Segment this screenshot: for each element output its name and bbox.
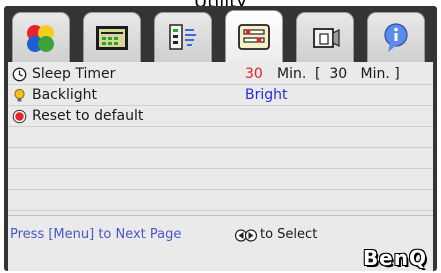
sleep-timer-range: [ 30 Min. ] <box>315 66 400 82</box>
color-circles-icon <box>27 24 54 52</box>
sleep-timer-unit: Min. <box>277 66 307 82</box>
tab-source[interactable] <box>154 12 212 62</box>
reset-label: Reset to default <box>32 108 144 124</box>
utility-settings-icon <box>238 23 270 50</box>
tab-information[interactable] <box>367 12 425 62</box>
backlight-label: Backlight <box>32 87 98 103</box>
sleep-timer-label: Sleep Timer <box>32 66 116 82</box>
footer-bar: Press [Menu] to Next Page to Select BenQ <box>8 215 433 271</box>
lightbulb-icon <box>14 88 25 102</box>
osd-menu: Sleep Timer 30 Min. [ 30 Min. ] Backligh… <box>4 6 437 271</box>
tab-picture[interactable] <box>83 12 141 62</box>
tab-color[interactable] <box>12 12 70 62</box>
benq-logo: BenQ <box>362 246 427 270</box>
empty-row <box>8 148 433 169</box>
information-icon <box>384 22 408 52</box>
tab-utility[interactable] <box>225 10 283 62</box>
empty-row <box>8 190 433 211</box>
tab-projector[interactable] <box>296 12 354 62</box>
empty-row <box>8 169 433 190</box>
projector-icon <box>313 27 340 48</box>
settings-list: Sleep Timer 30 Min. [ 30 Min. ] Backligh… <box>8 62 433 215</box>
picture-settings-icon <box>96 25 128 50</box>
backlight-row[interactable]: Backlight Bright <box>8 85 433 106</box>
signal-source-icon <box>169 23 196 50</box>
select-hint: to Select <box>260 227 318 242</box>
left-right-arrows-icon <box>235 229 257 242</box>
sleep-timer-row[interactable]: Sleep Timer 30 Min. [ 30 Min. ] <box>8 64 433 85</box>
reset-row[interactable]: Reset to default <box>8 106 433 127</box>
sleep-timer-value: 30 <box>245 66 263 82</box>
clock-icon <box>12 67 27 82</box>
menu-hint: Press [Menu] to Next Page <box>10 227 182 242</box>
tab-bar <box>4 6 437 62</box>
empty-row <box>8 127 433 148</box>
backlight-value: Bright <box>245 87 288 103</box>
red-button-icon <box>12 109 27 124</box>
